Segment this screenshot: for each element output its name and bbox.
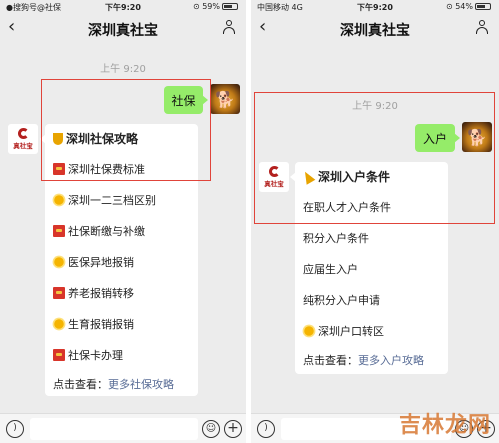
reply-item[interactable]: 积分入户条件 [303, 230, 444, 246]
reply-item-label: 医保异地报销 [68, 256, 134, 269]
reply-item[interactable]: 社保卡办理 [53, 347, 194, 363]
sun-icon [54, 257, 64, 267]
bot-avatar[interactable]: 真社宝 [8, 124, 38, 154]
message-timestamp: 上午 9:20 [100, 64, 146, 75]
footer-prefix: 点击查看： [53, 378, 108, 391]
red-envelope-icon [53, 287, 65, 299]
reply-item-label: 纯积分入户申请 [303, 294, 380, 307]
battery-icon [475, 3, 491, 10]
reply-item-label: 积分入户条件 [303, 232, 369, 245]
voice-icon[interactable]: ) [6, 420, 24, 438]
sun-icon [54, 319, 64, 329]
reply-item[interactable]: 养老报销转移 [53, 285, 194, 301]
brand-logo-icon [17, 128, 29, 139]
user-avatar[interactable]: 🐕 [210, 84, 240, 114]
red-envelope-icon [53, 225, 65, 237]
watermark-logo: 吉林龙网 [398, 413, 491, 438]
reply-item[interactable]: 应届生入户 [303, 261, 444, 277]
reply-item-label: 社保断缴与补缴 [68, 225, 145, 238]
profile-icon[interactable] [475, 20, 489, 34]
status-bar: ●搜狗号@社保 下午9:20 ⊙ 59% [0, 0, 246, 14]
reply-item[interactable]: 社保断缴与补缴 [53, 223, 194, 239]
battery-percent: ⊙ 54% [445, 2, 473, 11]
reply-item-label: 应届生入户 [303, 263, 358, 276]
profile-icon[interactable] [222, 20, 236, 34]
sun-icon [54, 195, 64, 205]
bot-avatar-label: 真社宝 [13, 142, 33, 150]
voice-icon[interactable]: ) [257, 420, 275, 438]
more-link[interactable]: 更多社保攻略 [108, 376, 174, 392]
battery-indicator: ⊙ 59% [193, 2, 238, 11]
reply-item[interactable]: 纯积分入户申请 [303, 292, 444, 308]
chat-header: ‹ 深圳真社宝 [251, 14, 499, 42]
reply-item[interactable]: 医保异地报销 [53, 254, 194, 270]
plus-icon[interactable]: + [224, 420, 242, 438]
reply-item-label: 社保卡办理 [68, 349, 123, 362]
footer-prefix: 点击查看： [303, 354, 358, 367]
reply-item-label: 生育报销报销 [68, 318, 134, 331]
reply-item[interactable]: 深圳户口转区 [303, 323, 444, 339]
red-envelope-icon [53, 349, 65, 361]
battery-icon [222, 3, 238, 10]
emoji-icon[interactable]: ☺ [202, 420, 220, 438]
reply-footer: 点击查看： 更多社保攻略 [53, 376, 194, 392]
input-bar: ) ☺ + [0, 413, 246, 443]
more-link[interactable]: 更多入户攻略 [358, 352, 424, 368]
status-bar: 中国移动 4G 下午9:20 ⊙ 54% [251, 0, 499, 14]
reply-item[interactable]: 深圳一二三档区别 [53, 192, 194, 208]
highlight-box [254, 92, 495, 224]
sun-icon [304, 326, 314, 336]
reply-footer: 点击查看： 更多入户攻略 [303, 352, 444, 368]
reply-item-label: 养老报销转移 [68, 287, 134, 300]
battery-indicator: ⊙ 54% [446, 2, 491, 11]
chat-title: 深圳真社宝 [88, 23, 158, 39]
chat-header: ‹ 深圳真社宝 [0, 14, 246, 42]
battery-percent: ⊙ 59% [192, 2, 220, 11]
right-phone-screen: 中国移动 4G 下午9:20 ⊙ 54% ‹ 深圳真社宝 上午 9:20 入户 … [251, 0, 499, 443]
reply-item-label: 深圳一二三档区别 [68, 194, 156, 207]
message-input[interactable] [30, 418, 198, 440]
highlight-box [41, 79, 211, 181]
left-phone-screen: ●搜狗号@社保 下午9:20 ⊙ 59% ‹ 深圳真社宝 上午 9:20 社保 … [0, 0, 246, 443]
reply-item-label: 深圳户口转区 [318, 325, 384, 338]
chat-title: 深圳真社宝 [340, 23, 410, 39]
reply-item[interactable]: 生育报销报销 [53, 316, 194, 332]
